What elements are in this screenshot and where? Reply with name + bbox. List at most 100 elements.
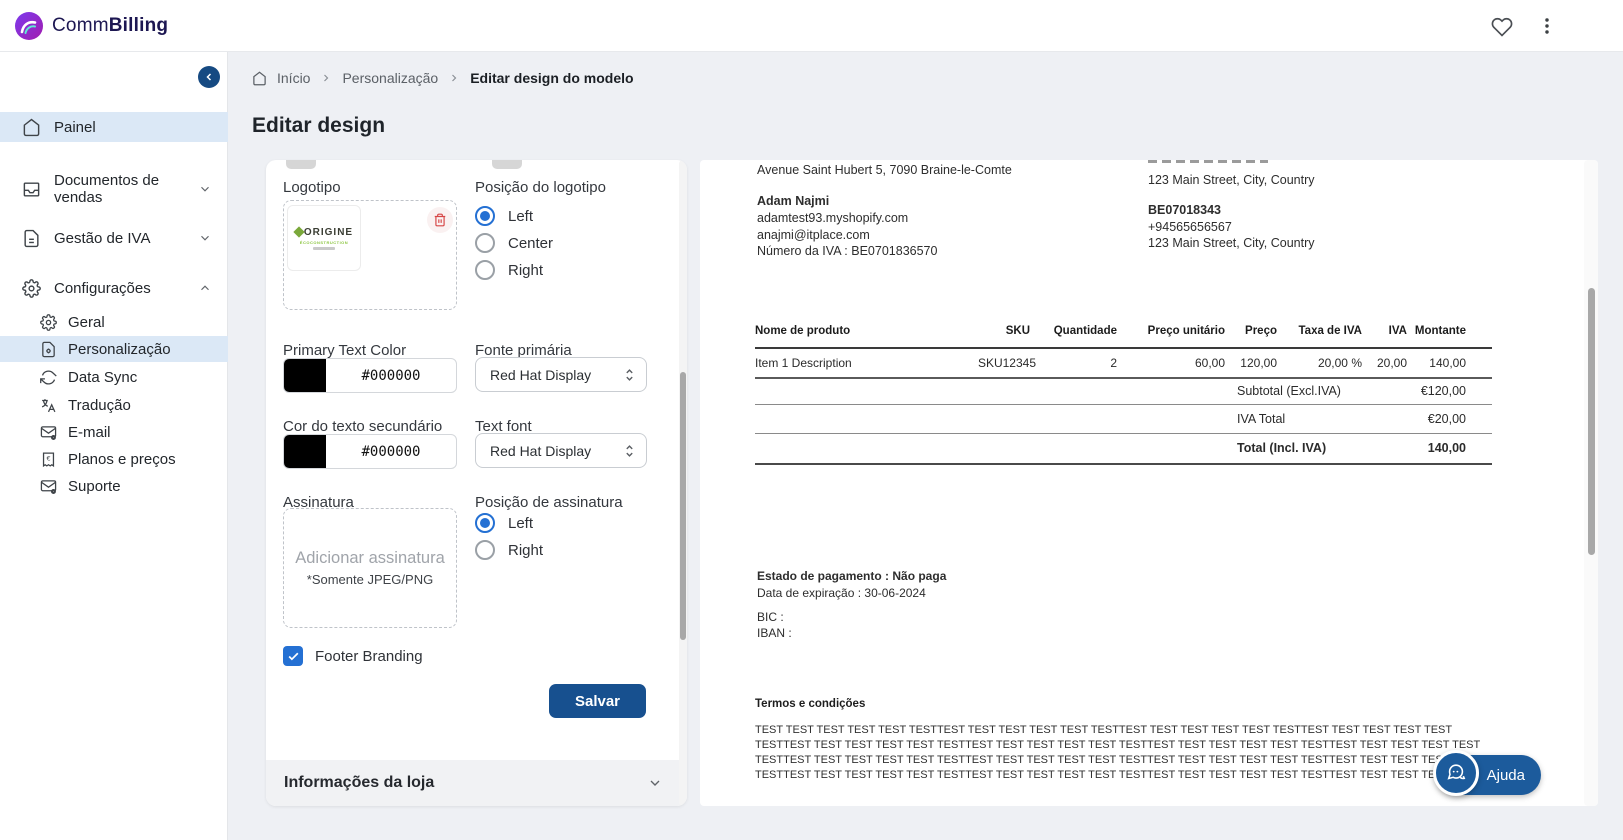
subtotal-label: Subtotal (Excl.IVA) <box>1237 384 1341 398</box>
vat-total-value: €20,00 <box>1428 412 1492 426</box>
sidebar-item-planos-e-precos[interactable]: € Planos e preços <box>0 447 228 471</box>
cell-amount: 140,00 <box>1407 356 1492 370</box>
seller-vat-line: Número da IVA : BE0701836570 <box>757 243 937 260</box>
store-info-section-header[interactable]: Informações da loja <box>266 760 687 806</box>
chevron-right-icon <box>320 72 332 84</box>
invoice-table-header: Nome de produto SKU Quantidade Preço uni… <box>755 325 1492 337</box>
secondary-color-label: Cor do texto secundário <box>283 418 442 435</box>
sidebar-item-label: Data Sync <box>68 369 137 386</box>
logo-label: Logotipo <box>283 179 341 196</box>
home-icon <box>22 118 41 137</box>
col-header: Quantidade <box>1040 325 1125 337</box>
help-chat-button[interactable] <box>1433 750 1479 796</box>
chevron-down-icon <box>198 231 212 245</box>
primary-color-input[interactable]: #000000 <box>283 358 457 393</box>
logo-upload-dropzone[interactable]: ORIGINE ÉCOCONSTRUCTION <box>283 200 457 310</box>
radio-icon <box>475 206 495 226</box>
breadcrumb: Início Personalização Editar design do m… <box>252 70 634 86</box>
chevron-down-icon <box>647 775 663 791</box>
store-info-label: Informações da loja <box>284 774 434 792</box>
favorites-heart-icon[interactable] <box>1491 16 1513 38</box>
signature-hint: *Somente JPEG/PNG <box>307 572 433 587</box>
sidebar-item-suporte[interactable]: Suporte <box>0 474 228 498</box>
sidebar-item-label: Planos e preços <box>68 451 176 468</box>
help-label: Ajuda <box>1487 767 1525 784</box>
design-form-card: Logotipo ORIGINE ÉCOCONSTRUCTION Posição… <box>266 160 687 806</box>
sidebar-item-label: Gestão de IVA <box>54 230 150 247</box>
brand-suffix: Billing <box>109 15 168 36</box>
form-scrollbar-thumb[interactable] <box>680 372 686 640</box>
sidebar-item-label: Personalização <box>68 341 171 358</box>
sidebar-item-personalizacao[interactable]: Personalização <box>0 336 228 362</box>
sidebar-item-painel[interactable]: Painel <box>0 112 228 142</box>
select-arrows-icon <box>623 443 636 459</box>
radio-label: Right <box>508 262 543 279</box>
signature-upload-dropzone[interactable]: Adicionar assinatura *Somente JPEG/PNG <box>283 508 457 628</box>
sidebar-item-configuracoes[interactable]: Configurações <box>0 275 228 301</box>
brand-prefix: Comm <box>52 15 109 36</box>
color-swatch[interactable] <box>284 359 326 392</box>
table-divider <box>755 347 1492 349</box>
primary-color-label: Primary Text Color <box>283 342 406 359</box>
subtotal-value: €120,00 <box>1421 384 1492 398</box>
clipped-text-fragment <box>1148 160 1268 164</box>
footer-branding-checkbox[interactable]: Footer Branding <box>283 646 423 666</box>
signature-position-option-left[interactable]: Left <box>475 513 533 533</box>
gear-icon <box>40 314 57 331</box>
buyer-address-1: 123 Main Street, City, Country <box>1148 172 1315 189</box>
table-divider <box>755 377 1492 379</box>
sidebar-item-geral[interactable]: Geral <box>0 310 228 334</box>
breadcrumb-item[interactable]: Início <box>277 70 310 86</box>
radio-icon <box>475 260 495 280</box>
sidebar-item-label: Suporte <box>68 478 121 495</box>
sidebar: Painel Documentos de vendas Gestão de IV… <box>0 52 228 840</box>
footer-branding-label: Footer Branding <box>315 648 423 665</box>
sidebar-item-traducao[interactable]: Tradução <box>0 393 228 417</box>
chevron-down-icon <box>198 182 212 196</box>
breadcrumb-item[interactable]: Personalização <box>342 70 438 86</box>
signature-position-option-right[interactable]: Right <box>475 540 543 560</box>
grand-total-label: Total (Incl. IVA) <box>1237 441 1326 455</box>
color-value: #000000 <box>326 368 456 384</box>
preview-scrollbar-thumb[interactable] <box>1588 288 1595 555</box>
radio-label: Left <box>508 208 533 225</box>
vat-total-label: IVA Total <box>1237 412 1285 426</box>
brand-logo[interactable]: CommBilling <box>14 11 168 41</box>
payment-bic-line: BIC : <box>757 609 784 626</box>
seller-address: Avenue Saint Hubert 5, 7090 Braine-le-Co… <box>757 162 1012 179</box>
logo-image-subtitle: ÉCOCONSTRUCTION <box>300 240 348 245</box>
cell-vat-rate: 20,00 % <box>1277 356 1362 370</box>
logo-image-fineprint <box>313 247 335 250</box>
logo-position-option-left[interactable]: Left <box>475 206 533 226</box>
primary-font-select[interactable]: Red Hat Display <box>475 357 647 392</box>
grand-total-value: 140,00 <box>1428 441 1492 455</box>
sidebar-item-documentos-de-vendas[interactable]: Documentos de vendas <box>0 176 228 202</box>
col-header: Nome de produto <box>755 325 950 337</box>
trash-icon <box>433 213 447 227</box>
signature-placeholder: Adicionar assinatura <box>295 549 445 568</box>
receipt-euro-icon: € <box>40 451 57 468</box>
secondary-color-input[interactable]: #000000 <box>283 434 457 469</box>
sidebar-item-data-sync[interactable]: Data Sync <box>0 365 228 389</box>
logo-position-option-center[interactable]: Center <box>475 233 553 253</box>
sidebar-collapse-button[interactable] <box>198 66 220 88</box>
file-gear-icon <box>40 341 57 358</box>
sidebar-item-email[interactable]: E-mail <box>0 420 228 444</box>
cell-price: 120,00 <box>1225 356 1277 370</box>
logo-position-option-right[interactable]: Right <box>475 260 543 280</box>
chat-bubbles-icon <box>1445 762 1467 784</box>
kebab-menu-icon[interactable] <box>1536 15 1558 37</box>
sidebar-item-gestao-de-iva[interactable]: Gestão de IVA <box>0 225 228 251</box>
text-font-select[interactable]: Red Hat Display <box>475 433 647 468</box>
brand-mark-icon <box>14 11 44 41</box>
col-header: Montante <box>1407 325 1492 337</box>
home-icon <box>252 71 267 86</box>
sidebar-item-label: Documentos de vendas <box>54 172 198 206</box>
save-button[interactable]: Salvar <box>549 684 646 718</box>
logo-position-label: Posição do logotipo <box>475 179 606 196</box>
delete-logo-button[interactable] <box>427 207 453 233</box>
svg-text:€: € <box>46 454 50 462</box>
color-swatch[interactable] <box>284 435 326 468</box>
sidebar-item-label: E-mail <box>68 424 111 441</box>
radio-label: Right <box>508 542 543 559</box>
